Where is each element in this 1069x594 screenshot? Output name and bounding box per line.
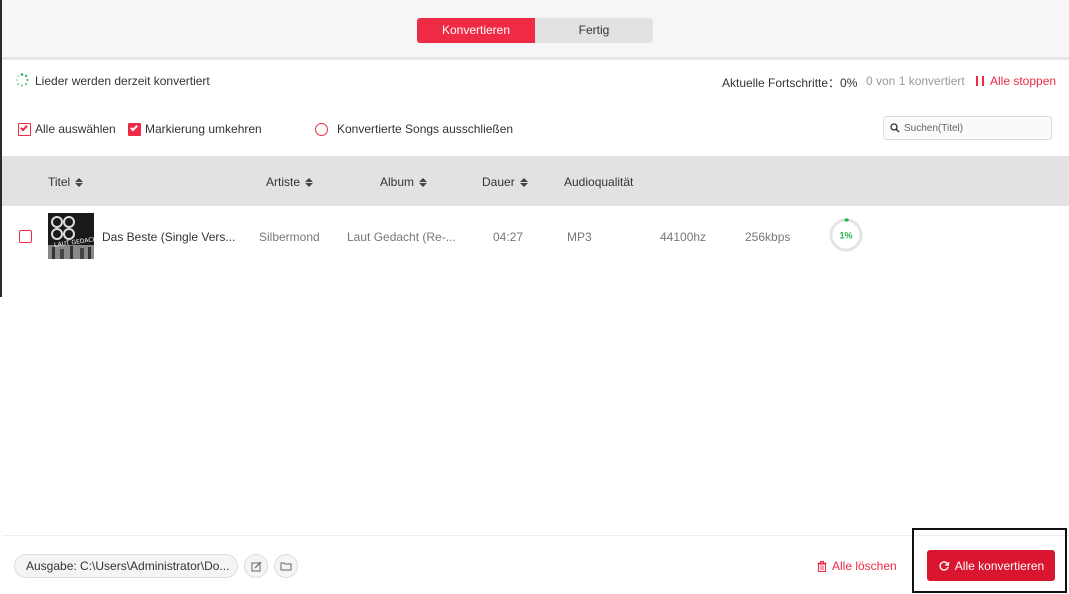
trash-icon bbox=[817, 560, 827, 572]
folder-icon bbox=[280, 562, 292, 571]
pause-icon bbox=[976, 76, 984, 86]
song-progress-label: 1% bbox=[839, 231, 852, 241]
song-title: Das Beste (Single Vers... bbox=[102, 230, 236, 244]
tab-done[interactable]: Fertig bbox=[535, 18, 653, 43]
row-checkbox[interactable] bbox=[19, 230, 32, 243]
conversion-status-text: Lieder werden derzeit konvertiert bbox=[35, 74, 210, 88]
tab-converting[interactable]: Konvertieren bbox=[417, 18, 535, 43]
song-artist: Silbermond bbox=[259, 230, 320, 244]
select-all-checkbox[interactable]: Alle auswählen bbox=[18, 122, 116, 136]
sort-icon bbox=[419, 177, 428, 187]
column-title-label: Titel bbox=[48, 175, 71, 189]
overall-progress-label: Aktuelle Fortschritte：0% bbox=[722, 76, 858, 90]
column-artist[interactable]: Artiste bbox=[266, 175, 314, 189]
song-album: Laut Gedacht (Re-... bbox=[347, 230, 456, 244]
exclude-converted-radio[interactable]: Konvertierte Songs ausschließen bbox=[315, 122, 513, 136]
edit-output-button[interactable] bbox=[244, 554, 268, 578]
song-format: MP3 bbox=[567, 230, 592, 244]
checkbox-checked-icon bbox=[18, 122, 31, 136]
column-quality: Audioqualität bbox=[564, 175, 633, 189]
top-bar: Konvertieren Fertig bbox=[2, 0, 1069, 60]
checkbox-filled-icon bbox=[128, 122, 141, 136]
album-cover: LAUT GEDACHT bbox=[48, 213, 94, 259]
refresh-icon bbox=[939, 560, 950, 571]
invert-selection-label: Markierung umkehren bbox=[145, 122, 262, 136]
tab-group: Konvertieren Fertig bbox=[417, 18, 653, 43]
column-duration[interactable]: Dauer bbox=[482, 175, 528, 189]
song-progress-ring: 1% bbox=[829, 218, 863, 252]
sort-icon bbox=[305, 177, 314, 187]
converted-count: 0 von 1 konvertiert bbox=[866, 74, 965, 88]
sort-icon bbox=[75, 177, 84, 187]
select-all-label: Alle auswählen bbox=[35, 122, 116, 136]
table-header: Titel Artiste Album Dauer Audioqualität bbox=[2, 156, 1069, 206]
column-title[interactable]: Titel bbox=[48, 175, 84, 189]
delete-all-label: Alle löschen bbox=[832, 559, 897, 573]
column-duration-label: Dauer bbox=[482, 175, 515, 189]
song-samplerate: 44100hz bbox=[660, 230, 707, 244]
invert-selection-checkbox[interactable]: Markierung umkehren bbox=[128, 122, 262, 136]
convert-all-label: Alle konvertieren bbox=[954, 558, 1045, 573]
song-bitrate: 256kbps bbox=[745, 230, 791, 244]
sort-icon bbox=[519, 177, 528, 187]
search-box bbox=[883, 116, 1052, 140]
output-path[interactable]: Ausgabe: C:\Users\Administrator\Do... bbox=[14, 554, 238, 578]
column-album[interactable]: Album bbox=[380, 175, 428, 189]
stop-all-button[interactable]: Alle stoppen bbox=[976, 74, 1056, 88]
delete-all-button[interactable]: Alle löschen bbox=[817, 559, 897, 573]
exclude-converted-label: Konvertierte Songs ausschließen bbox=[337, 122, 514, 136]
stop-all-label: Alle stoppen bbox=[990, 74, 1057, 88]
footer-bar: Ausgabe: C:\Users\Administrator\Do... Al… bbox=[2, 528, 1069, 594]
radio-circle-icon bbox=[315, 122, 328, 136]
edit-icon bbox=[251, 561, 261, 571]
table-row[interactable]: LAUT GEDACHT Das Beste (Single Vers... S… bbox=[2, 206, 1069, 266]
open-folder-button[interactable] bbox=[274, 554, 298, 578]
convert-all-button[interactable]: Alle konvertieren bbox=[927, 550, 1055, 581]
column-quality-label: Audioqualität bbox=[564, 175, 634, 189]
selection-toolbar: Alle auswählen Markierung umkehren Konve… bbox=[2, 102, 1069, 156]
search-input[interactable] bbox=[904, 122, 1044, 134]
column-album-label: Album bbox=[380, 175, 415, 189]
search-icon bbox=[890, 123, 900, 133]
column-artist-label: Artiste bbox=[266, 175, 301, 189]
song-duration: 04:27 bbox=[493, 230, 524, 244]
status-bar: Lieder werden derzeit konvertiert Aktuel… bbox=[2, 63, 1069, 99]
loading-spinner-icon bbox=[15, 73, 29, 87]
